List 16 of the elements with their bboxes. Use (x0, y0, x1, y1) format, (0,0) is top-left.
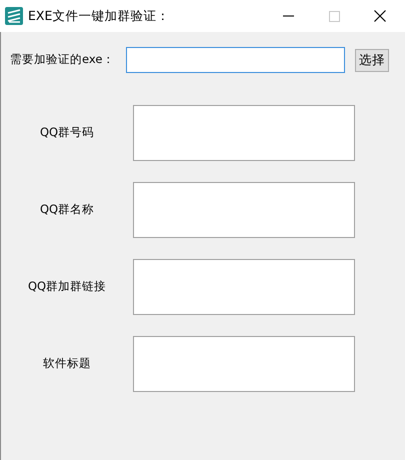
app-icon (5, 7, 23, 25)
close-icon (374, 10, 386, 22)
text-field[interactable] (133, 182, 355, 238)
exe-path-field[interactable] (126, 47, 345, 73)
text-field[interactable] (133, 105, 355, 161)
exe-label: 需要加验证的exe： (10, 51, 116, 68)
browse-button[interactable]: 选择 (355, 48, 389, 72)
text-field[interactable] (133, 336, 355, 392)
maximize-icon (328, 10, 340, 22)
minimize-icon (282, 15, 294, 17)
field-label: QQ群名称 (38, 201, 96, 218)
field-label: QQ群加群链接 (26, 278, 108, 296)
field-label: 软件标题 (42, 355, 92, 372)
field-label: QQ群号码 (38, 124, 96, 142)
text-field[interactable] (133, 259, 355, 315)
window-title: EXE文件一键加群验证： (28, 6, 170, 25)
